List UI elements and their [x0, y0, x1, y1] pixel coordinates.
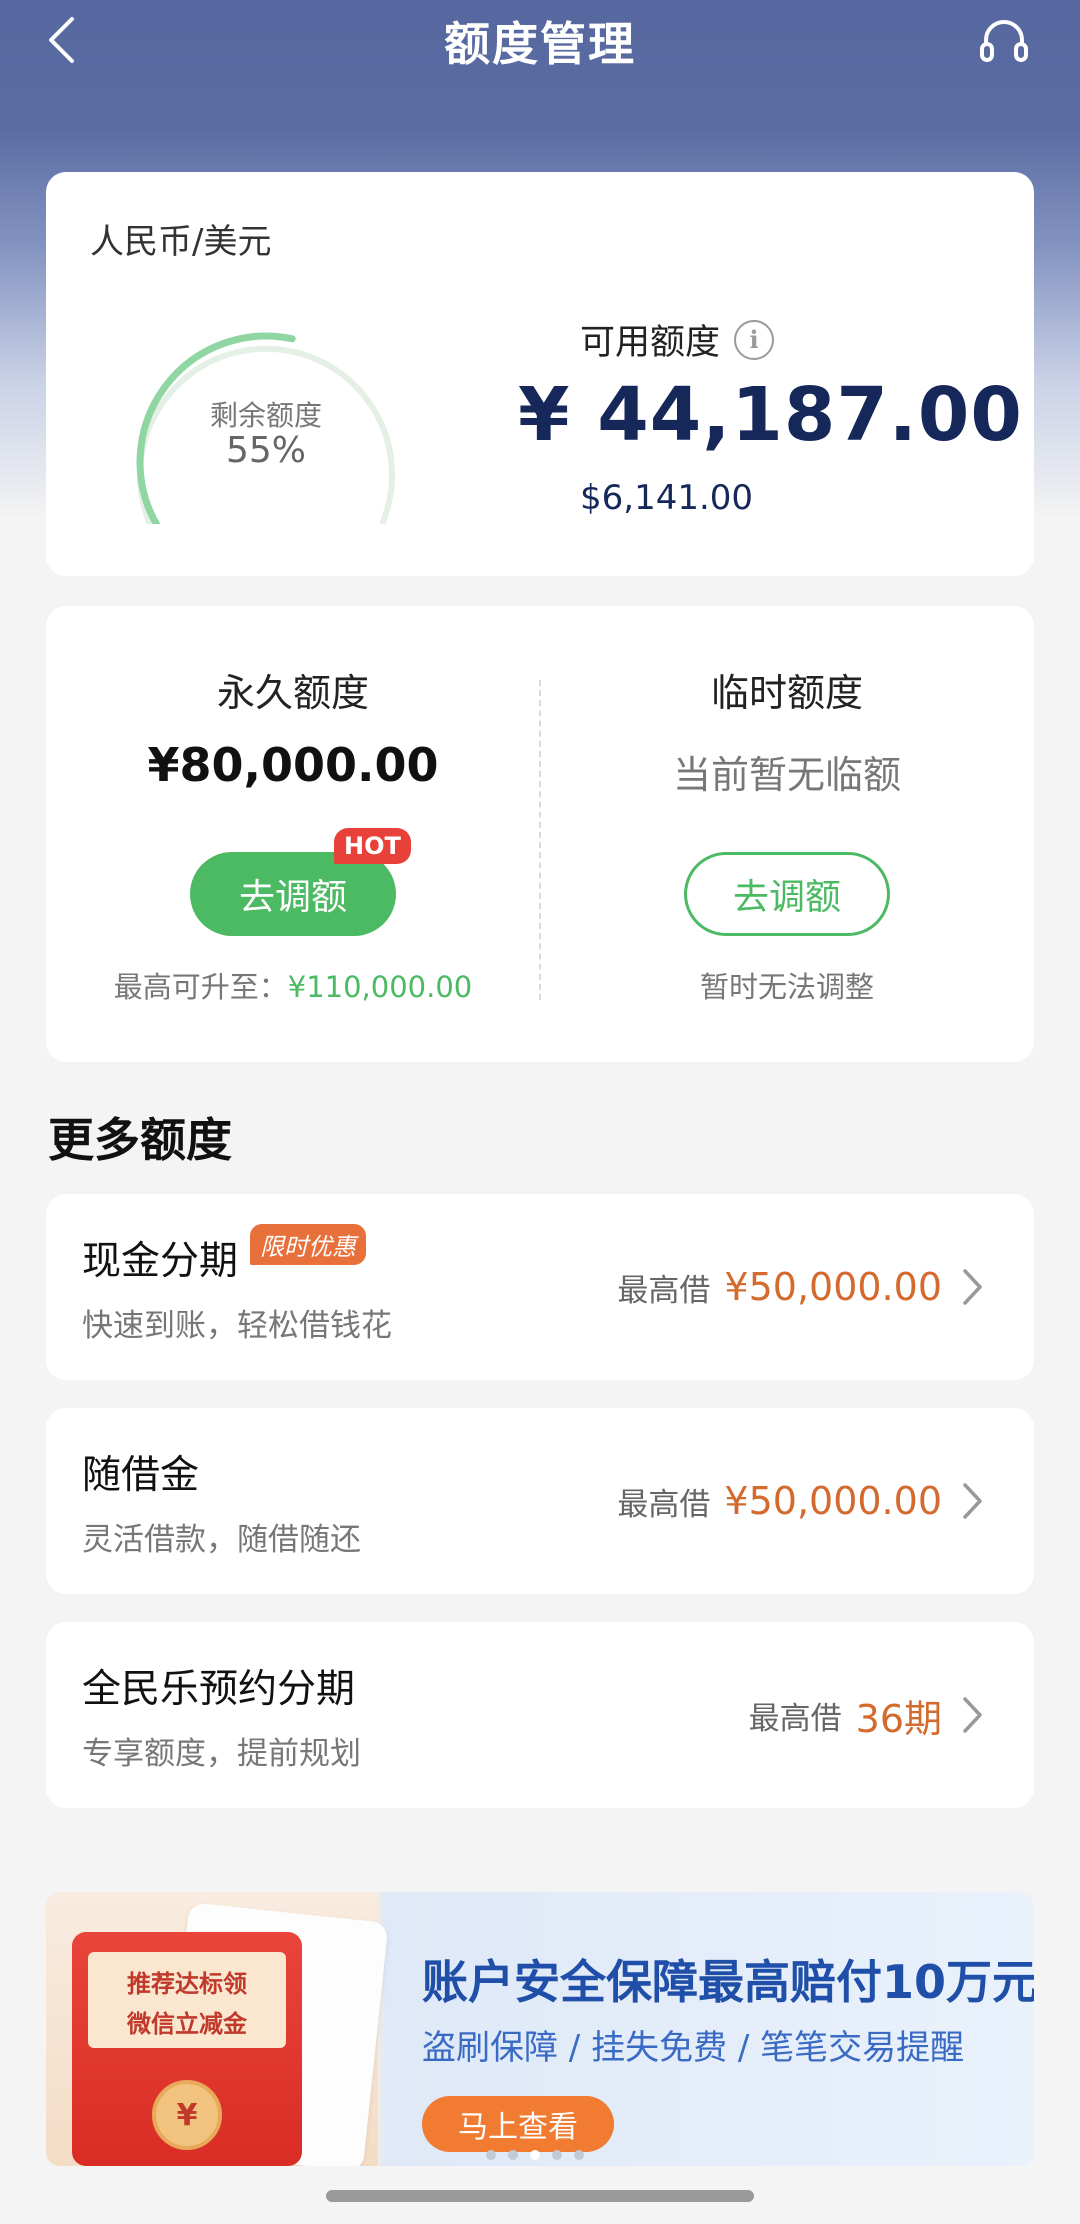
currency-label: 人民币/美元	[90, 222, 272, 262]
temporary-limit-note: 暂时无法调整	[699, 970, 874, 1004]
adjust-temporary-button[interactable]: 去调额	[684, 852, 890, 936]
yuan-coin-icon: ¥	[152, 2080, 222, 2150]
available-usd-amount: $6,141.00	[580, 478, 754, 518]
chevron-right-icon	[962, 1481, 990, 1521]
info-icon[interactable]: i	[734, 319, 775, 360]
list-item-right: 最高借 ¥50,000.00	[617, 1194, 990, 1380]
list-item-cash-installment[interactable]: 现金分期 限时优惠 快速到账，轻松借钱花 最高借 ¥50,000.00	[46, 1194, 1034, 1380]
available-label: 可用额度	[580, 323, 721, 363]
max-upgrade-note: 最高可升至：¥110,000.00	[46, 964, 540, 1006]
gauge-percent: 55%	[225, 430, 306, 471]
max-upgrade-value: ¥110,000.00	[287, 970, 473, 1004]
promo-banner[interactable]: 推荐达标领 微信立减金 ¥ 账户安全保障最高赔付10万元 盗刷保障 / 挂失免费…	[46, 1892, 1034, 2166]
max-borrow-label: 最高借	[748, 1700, 842, 1737]
available-limit-card: 人民币/美元 剩余额度 55% 可用额度 i ¥ 44,187.00 $6,14…	[46, 172, 1034, 576]
red-envelope-illustration: 推荐达标领 微信立减金 ¥	[72, 1932, 302, 2166]
temporary-limit-section: 临时额度 当前暂无临额 去调额 暂时无法调整	[540, 606, 1034, 1062]
list-item-reserved-installment[interactable]: 全民乐预约分期 专享额度，提前规划 最高借 36期	[46, 1622, 1034, 1808]
permanent-limit-section: 永久额度 ¥80,000.00 去调额 HOT 最高可升至：¥110,000.0…	[46, 606, 540, 1062]
promo-badge: 限时优惠	[250, 1223, 367, 1265]
list-item-title-row: 现金分期 限时优惠	[82, 1223, 367, 1286]
banner-view-button[interactable]: 马上查看	[422, 2096, 614, 2152]
available-label-row: 可用额度 i	[580, 314, 775, 365]
pagination-dot-active	[530, 2150, 540, 2160]
banner-subtitle: 盗刷保障 / 挂失免费 / 笔笔交易提醒	[422, 2028, 965, 2068]
list-item-title-row: 全民乐预约分期	[82, 1658, 355, 1714]
chevron-right-icon	[962, 1267, 990, 1307]
pagination-dot	[552, 2150, 562, 2160]
envelope-text-line1: 推荐达标领	[127, 1970, 247, 1998]
top-bar: 额度管理	[0, 0, 1080, 76]
list-item-subtitle: 专享额度，提前规划	[82, 1736, 361, 1772]
permanent-limit-title: 永久额度	[216, 671, 369, 715]
list-item-title: 随借金	[82, 1453, 200, 1498]
permanent-limit-amount: ¥80,000.00	[147, 738, 439, 792]
list-item-right: 最高借 36期	[749, 1622, 990, 1808]
limits-card: 永久额度 ¥80,000.00 去调额 HOT 最高可升至：¥110,000.0…	[46, 606, 1034, 1062]
list-item-title: 现金分期	[82, 1239, 239, 1284]
max-upgrade-label: 最高可升至：	[113, 970, 288, 1004]
list-item-title: 全民乐预约分期	[82, 1667, 356, 1712]
list-item-subtitle: 快速到账，轻松借钱花	[82, 1308, 392, 1344]
max-borrow-label: 最高借	[617, 1486, 711, 1523]
banner-title: 账户安全保障最高赔付10万元	[422, 1955, 1034, 2009]
pagination-dot	[486, 2150, 496, 2160]
list-item-subtitle: 灵活借款，随借随还	[82, 1522, 361, 1558]
page-title: 额度管理	[444, 17, 636, 71]
list-item-right: 最高借 ¥50,000.00	[617, 1408, 990, 1594]
list-item-title-row: 随借金	[82, 1444, 199, 1500]
banner-pagination	[486, 2150, 584, 2160]
customer-service-button[interactable]	[976, 12, 1032, 68]
pagination-dot	[574, 2150, 584, 2160]
chevron-right-icon	[962, 1695, 990, 1735]
more-limits-heading: 更多额度	[48, 1113, 232, 1167]
home-indicator[interactable]	[326, 2190, 754, 2202]
banner-illustration: 推荐达标领 微信立减金 ¥	[46, 1892, 389, 2166]
temporary-limit-title: 临时额度	[710, 671, 863, 715]
hot-badge: HOT	[334, 828, 411, 864]
max-borrow-value: ¥50,000.00	[724, 1479, 942, 1523]
envelope-text-line2: 微信立减金	[127, 2010, 247, 2038]
list-item-flexible-loan[interactable]: 随借金 灵活借款，随借随还 最高借 ¥50,000.00	[46, 1408, 1034, 1594]
max-borrow-value: 36期	[855, 1696, 942, 1741]
max-borrow-value: ¥50,000.00	[724, 1265, 942, 1309]
headset-icon	[980, 20, 1028, 62]
available-amount: ¥ 44,187.00	[518, 372, 1023, 458]
pagination-dot	[508, 2150, 518, 2160]
temporary-limit-status: 当前暂无临额	[672, 753, 901, 797]
gauge-label: 剩余额度	[209, 399, 322, 432]
max-borrow-label: 最高借	[617, 1272, 711, 1309]
adjust-permanent-button[interactable]: 去调额	[190, 852, 396, 936]
